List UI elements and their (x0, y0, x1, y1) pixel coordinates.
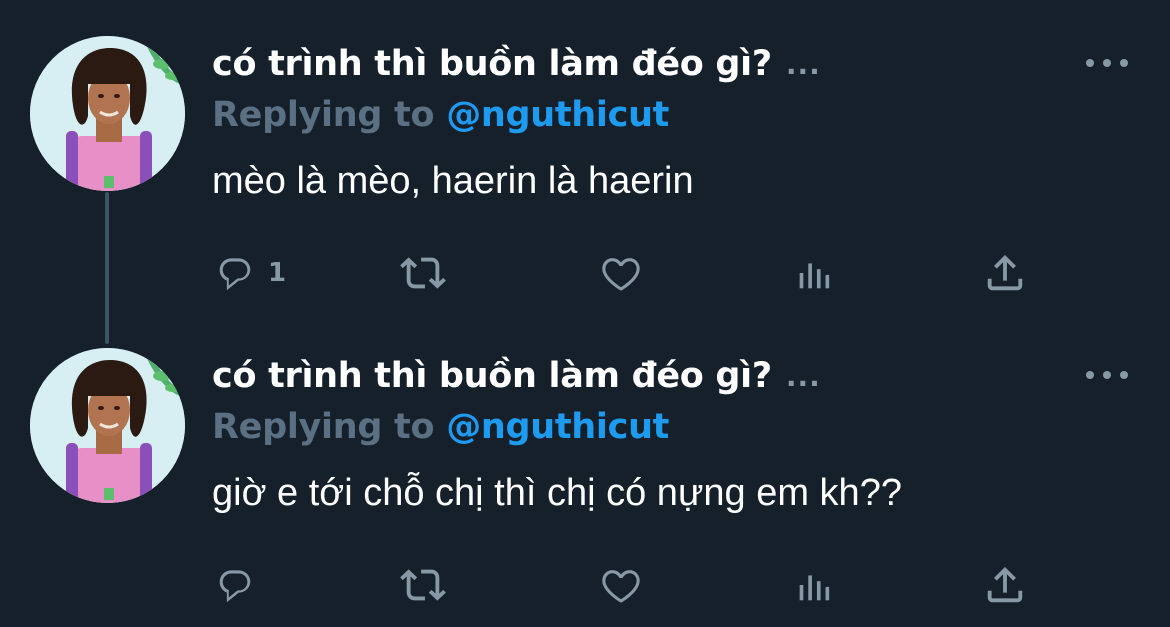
tweet-header: có trình thì buồn làm đéo gì? ... (212, 352, 821, 400)
avatar[interactable] (30, 348, 185, 503)
replying-to-line: Replying to @nguthicut (212, 92, 669, 138)
replying-to-line: Replying to @nguthicut (212, 404, 669, 450)
retweet-button[interactable] (400, 560, 446, 610)
avatar-image (30, 348, 185, 503)
name-truncation-ellipsis: ... (785, 359, 821, 393)
share-button[interactable] (982, 560, 1028, 610)
like-icon (602, 570, 640, 603)
like-button[interactable] (598, 560, 644, 610)
more-options-icon[interactable] (1086, 52, 1128, 74)
more-dot (1120, 59, 1128, 67)
avatar-image (30, 36, 185, 191)
reply-icon (219, 570, 251, 603)
name-truncation-ellipsis: ... (785, 47, 821, 81)
reply-icon (219, 258, 251, 291)
replying-to-handle-link[interactable]: @nguthicut (446, 95, 669, 135)
tweet-action-bar: 1 (212, 248, 1042, 298)
display-name[interactable]: có trình thì buồn làm đéo gì? (212, 44, 772, 84)
tweet-text: giờ e tới chỗ chị thì chị có nựng em kh?… (212, 472, 902, 514)
tweet-header: có trình thì buồn làm đéo gì? ... (212, 40, 821, 88)
analytics-icon (799, 263, 830, 289)
replying-to-label: Replying to (212, 95, 435, 135)
more-dot (1103, 59, 1111, 67)
more-dot (1103, 371, 1111, 379)
tweet-action-bar (212, 560, 1042, 610)
analytics-button[interactable] (792, 248, 838, 298)
replying-to-label: Replying to (212, 407, 435, 447)
retweet-icon (400, 569, 446, 601)
share-button[interactable] (982, 248, 1028, 298)
like-icon (602, 258, 640, 291)
analytics-button[interactable] (792, 560, 838, 610)
replying-to-handle-link[interactable]: @nguthicut (446, 407, 669, 447)
reply-button[interactable]: 1 (212, 248, 286, 298)
more-dot (1086, 59, 1094, 67)
analytics-icon (799, 575, 830, 601)
retweet-button[interactable] (400, 248, 446, 298)
reply-button[interactable] (212, 560, 268, 610)
retweet-icon (400, 257, 446, 289)
tweet-text: mèo là mèo, haerin là haerin (212, 160, 694, 202)
like-button[interactable] (598, 248, 644, 298)
more-dot (1120, 371, 1128, 379)
reply-count: 1 (268, 258, 287, 288)
more-options-icon[interactable] (1086, 364, 1128, 386)
display-name[interactable]: có trình thì buồn làm đéo gì? (212, 356, 772, 396)
share-icon (987, 254, 1023, 291)
share-icon (987, 566, 1023, 603)
thread-connector-line (105, 192, 109, 344)
avatar[interactable] (30, 36, 185, 191)
more-dot (1086, 371, 1094, 379)
